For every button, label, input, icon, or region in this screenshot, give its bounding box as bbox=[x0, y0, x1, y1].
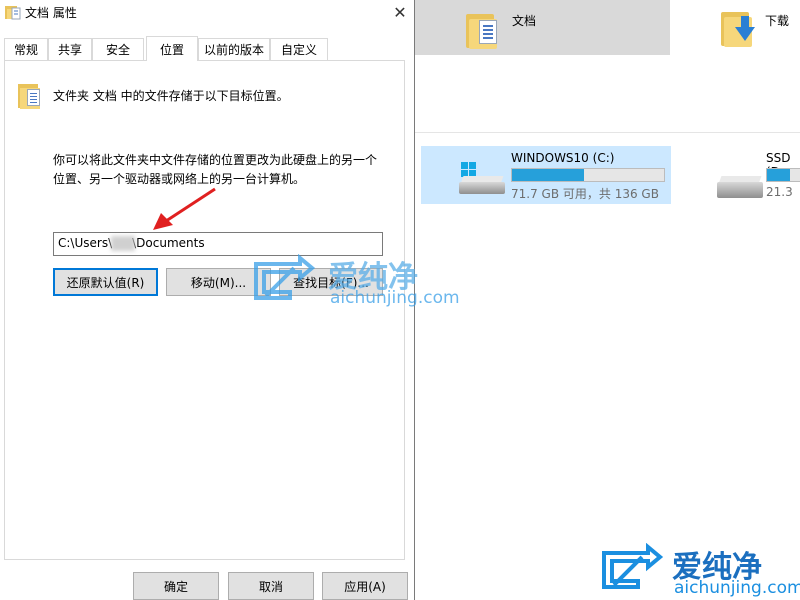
drive-c-name: WINDOWS10 (C:) bbox=[511, 151, 615, 165]
downloads-folder-icon bbox=[721, 8, 757, 48]
drive-c-tile[interactable]: WINDOWS10 (C:) 71.7 GB 可用，共 136 GB bbox=[421, 146, 671, 204]
close-button[interactable]: ✕ bbox=[386, 0, 414, 24]
drive-c-usage-bar bbox=[511, 168, 665, 182]
watermark-logo-icon bbox=[254, 254, 316, 300]
tab-previous-versions[interactable]: 以前的版本 bbox=[198, 38, 270, 60]
watermark-url: aichunjing.com bbox=[674, 578, 800, 598]
drive-c-info: 71.7 GB 可用，共 136 GB bbox=[511, 187, 659, 201]
drive-c-usage-fill bbox=[512, 169, 584, 181]
location-heading: 文件夹 文档 中的文件存储于以下目标位置。 bbox=[53, 89, 289, 103]
drive-d-usage-bar bbox=[766, 168, 800, 182]
tab-location[interactable]: 位置 bbox=[146, 36, 198, 61]
drive-d-info: 21.3 bbox=[766, 185, 793, 199]
downloads-folder-label: 下载 bbox=[765, 14, 790, 28]
path-suffix: \Documents bbox=[132, 236, 205, 250]
tab-sharing[interactable]: 共享 bbox=[48, 38, 92, 60]
annotation-arrow-icon bbox=[153, 187, 216, 230]
redaction-blur bbox=[111, 236, 135, 251]
dialog-titlebar[interactable]: 文档 属性 ✕ bbox=[0, 0, 414, 24]
cancel-button[interactable]: 取消 bbox=[228, 572, 314, 600]
documents-folder-icon bbox=[18, 82, 44, 110]
downloads-folder-tile[interactable]: 下载 bbox=[670, 0, 800, 55]
documents-folder-icon bbox=[466, 10, 502, 50]
documents-folder-label: 文档 bbox=[512, 14, 537, 28]
dialog-title: 文档 属性 bbox=[25, 6, 77, 20]
path-prefix: C:\Users\ bbox=[58, 236, 113, 250]
watermark-url: aichunjing.com bbox=[330, 288, 460, 308]
windows-drive-icon bbox=[459, 162, 507, 194]
ok-button[interactable]: 确定 bbox=[133, 572, 219, 600]
drive-d-tile[interactable]: SSD (D 21.3 bbox=[712, 146, 800, 204]
description-line-1: 你可以将此文件夹中文件存储的位置更改为此硬盘上的另一个 bbox=[53, 153, 378, 167]
properties-dialog: 文档 属性 ✕ 常规 共享 安全 位置 以前的版本 自定义 文件夹 文档 中的文… bbox=[0, 0, 460, 600]
hard-drive-icon bbox=[717, 170, 765, 200]
watermark-center: 爱纯净 aichunjing.com bbox=[250, 252, 460, 312]
restore-default-button[interactable]: 还原默认值(R) bbox=[53, 268, 158, 296]
tab-general[interactable]: 常规 bbox=[4, 38, 48, 60]
watermark-logo-icon bbox=[602, 543, 664, 589]
tab-security[interactable]: 安全 bbox=[92, 38, 144, 60]
documents-folder-icon bbox=[5, 6, 21, 20]
watermark-bottom: 爱纯净 aichunjing.com bbox=[598, 540, 800, 600]
close-icon: ✕ bbox=[393, 2, 407, 22]
location-description: 你可以将此文件夹中文件存储的位置更改为此硬盘上的另一个 位置、另一个驱动器或网络… bbox=[53, 151, 393, 189]
apply-button[interactable]: 应用(A) bbox=[322, 572, 408, 600]
drive-d-usage-fill bbox=[767, 169, 790, 181]
tab-customize[interactable]: 自定义 bbox=[270, 38, 328, 60]
section-divider bbox=[415, 132, 800, 133]
documents-folder-tile[interactable]: 文档 bbox=[415, 0, 670, 55]
